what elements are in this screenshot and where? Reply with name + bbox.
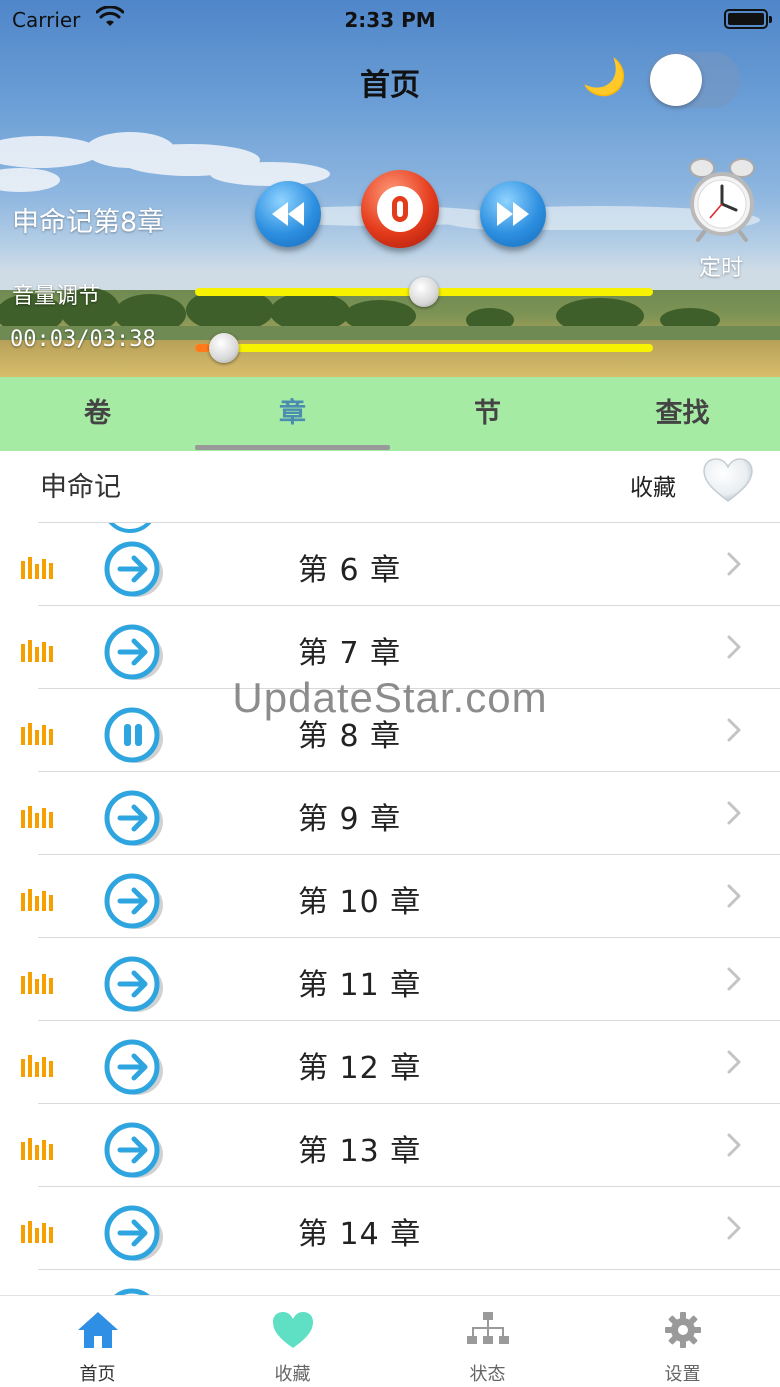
- chapter-label: 第 9 章: [298, 802, 402, 837]
- moon-icon: 🌙: [582, 57, 627, 98]
- chapter-label: 第 13 章: [298, 1134, 422, 1169]
- status-time: 2:33 PM: [344, 8, 436, 32]
- rewind-button[interactable]: [255, 181, 321, 247]
- chevron-right-icon: [727, 1133, 741, 1157]
- tab-favorites[interactable]: 收藏: [195, 1296, 390, 1387]
- heart-icon[interactable]: [702, 457, 754, 503]
- tab-settings[interactable]: 设置: [585, 1296, 780, 1387]
- equalizer-icon: [20, 638, 56, 664]
- favorite-label[interactable]: 收藏: [630, 468, 676, 502]
- tab-home-label: 首页: [79, 1364, 116, 1385]
- play-button[interactable]: [104, 872, 164, 930]
- time-readout: 00:03/03:38: [10, 327, 156, 352]
- volume-slider[interactable]: [195, 277, 653, 307]
- chevron-right-icon: [727, 801, 741, 825]
- chapter-row[interactable]: 第 9 章: [0, 772, 780, 855]
- play-button[interactable]: [104, 1204, 164, 1262]
- equalizer-icon: [20, 1053, 56, 1079]
- chevron-right-icon: [727, 718, 741, 742]
- play-button[interactable]: [104, 1038, 164, 1096]
- now-playing-title: 申命记第8章: [12, 207, 165, 238]
- fast-forward-icon: [497, 202, 529, 226]
- night-mode-toggle[interactable]: [648, 52, 740, 108]
- tab-search[interactable]: 查找: [585, 377, 780, 451]
- tab-status[interactable]: 状态: [390, 1296, 585, 1387]
- chevron-right-icon: [727, 552, 741, 576]
- player-header: Carrier 2:33 PM 首页 🌙 申命记第8章 定时 音量调节 00:0…: [0, 0, 780, 377]
- chevron-right-icon: [727, 967, 741, 991]
- play-button[interactable]: [104, 955, 164, 1013]
- chevron-right-icon: [727, 635, 741, 659]
- chapter-row[interactable]: 第 8 章: [0, 689, 780, 772]
- gear-icon: [664, 1312, 701, 1348]
- heart-icon: [272, 1312, 313, 1348]
- tab-settings-label: 设置: [664, 1364, 701, 1385]
- chapter-label: 第 10 章: [298, 885, 422, 920]
- rewind-icon: [272, 202, 304, 226]
- stop-button[interactable]: [361, 170, 439, 248]
- sitemap-icon: [466, 1312, 509, 1344]
- chapter-row[interactable]: 第 7 章: [0, 606, 780, 689]
- equalizer-icon: [20, 887, 56, 913]
- tab-chapter[interactable]: 章: [195, 377, 390, 451]
- power-icon: [377, 186, 423, 232]
- chapter-row[interactable]: 第 12 章: [0, 1021, 780, 1104]
- volume-slider-thumb[interactable]: [409, 277, 439, 307]
- bottom-tab-bar: 首页 收藏 状态 设置: [0, 1295, 780, 1387]
- chapter-row[interactable]: 第 11 章: [0, 938, 780, 1021]
- fast-forward-button[interactable]: [480, 181, 546, 247]
- tab-verse[interactable]: 节: [390, 377, 585, 451]
- equalizer-icon: [20, 970, 56, 996]
- book-title: 申命记: [40, 472, 121, 503]
- tab-favorites-label: 收藏: [274, 1364, 311, 1385]
- play-button[interactable]: [104, 789, 164, 847]
- chapter-row[interactable]: 第 13 章: [0, 1104, 780, 1187]
- chapter-label: 第 6 章: [298, 553, 402, 588]
- chapter-row-partial[interactable]: [0, 1270, 780, 1295]
- home-icon: [77, 1312, 118, 1348]
- chapter-row[interactable]: 第 14 章: [0, 1187, 780, 1270]
- status-bar: Carrier 2:33 PM: [0, 0, 780, 40]
- tab-status-label: 状态: [469, 1364, 506, 1385]
- chapter-row[interactable]: 第 10 章: [0, 855, 780, 938]
- chapter-list[interactable]: 第 6 章 第 7 章 第 8 章 第 9 章 第 10 章 第 11 章 第 …: [0, 523, 780, 1295]
- equalizer-icon: [20, 555, 56, 581]
- chapter-label: 第 14 章: [298, 1217, 422, 1252]
- chapter-label: 第 12 章: [298, 1051, 422, 1086]
- toggle-knob: [650, 54, 702, 106]
- play-button[interactable]: [104, 1121, 164, 1179]
- chapter-row[interactable]: 第 6 章: [0, 523, 780, 606]
- volume-label: 音量调节: [12, 284, 101, 309]
- chapter-label: 第 8 章: [298, 719, 402, 754]
- tab-volume[interactable]: 卷: [0, 377, 195, 451]
- chapter-label: 第 7 章: [298, 636, 402, 671]
- alarm-clock-icon[interactable]: [686, 154, 758, 244]
- tab-home[interactable]: 首页: [0, 1296, 195, 1387]
- play-button[interactable]: [104, 1287, 164, 1295]
- pause-button[interactable]: [104, 706, 164, 764]
- playback-progress-slider[interactable]: [195, 333, 653, 363]
- segment-tabs: 卷 章 节 查找: [0, 377, 780, 451]
- chapter-label: 第 11 章: [298, 968, 422, 1003]
- chevron-right-icon: [727, 884, 741, 908]
- equalizer-icon: [20, 721, 56, 747]
- book-header: 申命记 收藏: [0, 451, 780, 523]
- equalizer-icon: [20, 1136, 56, 1162]
- chevron-right-icon: [727, 1050, 741, 1074]
- segment-indicator: [195, 445, 390, 450]
- timer-label[interactable]: 定时: [699, 250, 743, 282]
- chevron-right-icon: [727, 1216, 741, 1240]
- play-button[interactable]: [104, 623, 164, 681]
- equalizer-icon: [20, 1219, 56, 1245]
- play-button[interactable]: [104, 540, 164, 598]
- battery-icon: [724, 9, 772, 29]
- equalizer-icon: [20, 804, 56, 830]
